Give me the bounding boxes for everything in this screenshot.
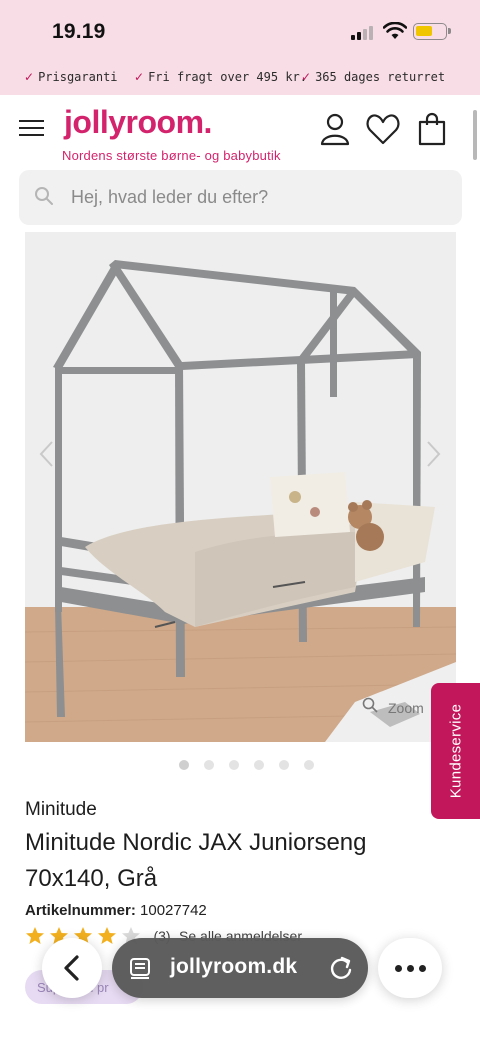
cart-icon[interactable]: [417, 112, 447, 146]
site-tagline: Nordens største børne- og babybutik: [62, 148, 281, 163]
menu-icon[interactable]: [19, 119, 44, 137]
article-number: Artikelnummer: 10027742: [25, 902, 207, 919]
site-logo[interactable]: jollyroom.: [64, 104, 212, 141]
pagination-dot[interactable]: [279, 760, 289, 770]
checkmark-icon: ✓: [301, 70, 312, 84]
cellular-signal-icon: [351, 26, 377, 40]
more-dot: [419, 965, 426, 972]
browser-address-bar[interactable]: jollyroom.dk: [112, 938, 368, 998]
zoom-icon: [362, 697, 378, 713]
reader-mode-icon[interactable]: [128, 956, 152, 980]
chevron-left-icon: [64, 955, 79, 981]
zoom-button[interactable]: Zoom: [362, 697, 424, 716]
kundeservice-label: Kundeservice: [447, 703, 464, 799]
site-header: jollyroom. Nordens største børne- og bab…: [0, 95, 480, 170]
pagination-dot[interactable]: [254, 760, 264, 770]
promo-strip: ✓ Prisgaranti ✓ Fri fragt over 495 kr. ✓ 36…: [0, 66, 480, 90]
checkmark-icon: ✓: [134, 70, 145, 84]
more-dot: [395, 965, 402, 972]
search-bar[interactable]: [19, 170, 462, 225]
prev-image-icon[interactable]: [36, 440, 58, 468]
product-image[interactable]: [25, 232, 456, 742]
gallery-pagination: [0, 760, 480, 772]
reload-icon[interactable]: [328, 955, 354, 981]
pagination-dot[interactable]: [179, 760, 189, 770]
status-time: 19.19: [52, 20, 106, 43]
promo-item-prisgaranti: ✓ Prisgaranti: [24, 70, 118, 84]
star-icon: [26, 927, 44, 944]
search-icon: [35, 187, 53, 205]
checkmark-icon: ✓: [24, 70, 35, 84]
promo-item-free-shipping: ✓ Fri fragt over 495 kr.: [134, 70, 308, 84]
promo-item-returns: ✓ 365 dages returret: [301, 70, 446, 84]
next-image-icon[interactable]: [422, 440, 444, 468]
browser-domain: jollyroom.dk: [170, 955, 298, 978]
pagination-dot[interactable]: [304, 760, 314, 770]
kundeservice-tab[interactable]: Kundeservice: [431, 683, 480, 819]
status-bar: 19.19: [0, 0, 480, 60]
star-icon: [98, 927, 116, 944]
battery-icon: [413, 23, 451, 40]
search-input[interactable]: [71, 180, 451, 215]
pagination-dot[interactable]: [204, 760, 214, 770]
browser-more-button[interactable]: [378, 938, 442, 998]
product-title: Minitude Nordic JAX Juniorseng 70x140, G…: [25, 829, 367, 892]
heart-icon[interactable]: [365, 112, 401, 146]
product-brand[interactable]: Minitude: [25, 799, 97, 821]
scroll-indicator: [473, 110, 477, 160]
account-icon[interactable]: [319, 112, 351, 146]
browser-back-button[interactable]: [42, 938, 102, 998]
wifi-icon: [382, 21, 408, 40]
more-dot: [407, 965, 414, 972]
pagination-dot[interactable]: [229, 760, 239, 770]
